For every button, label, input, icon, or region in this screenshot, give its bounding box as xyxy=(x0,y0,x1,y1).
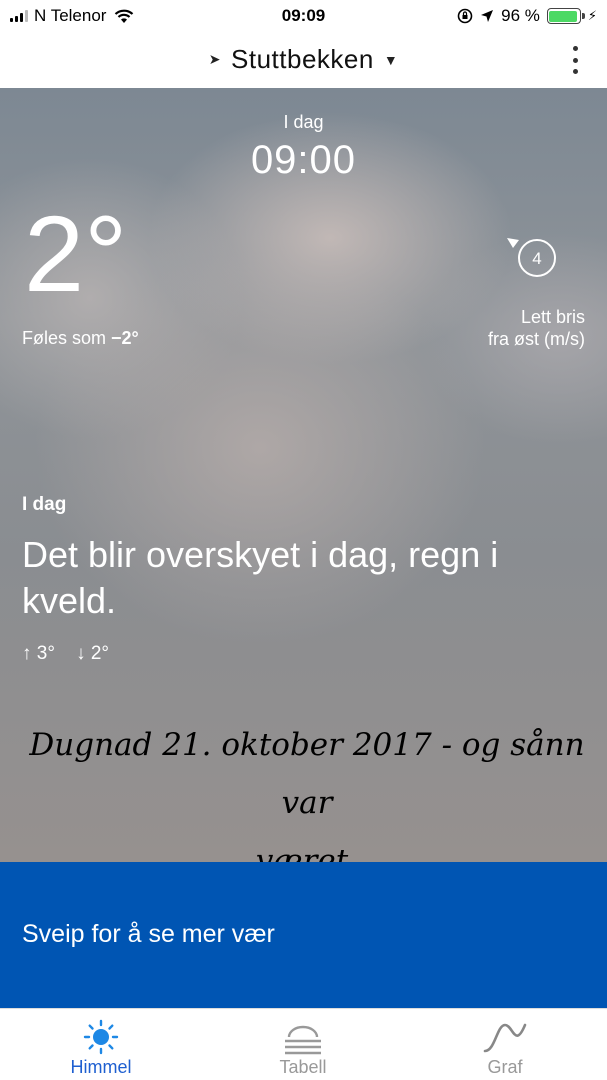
more-vertical-icon[interactable] xyxy=(571,46,579,74)
tab-graf[interactable]: Graf xyxy=(425,1009,585,1080)
tab-label-graf: Graf xyxy=(487,1057,523,1077)
tab-label-tabell: Tabell xyxy=(279,1057,327,1077)
battery-icon xyxy=(546,8,585,24)
battery-percent: 96 % xyxy=(501,6,540,25)
location-name: Stuttbekken xyxy=(231,44,374,74)
cloud-lines-icon xyxy=(223,1019,383,1055)
current-day-label: I dag xyxy=(283,112,324,132)
tab-label-himmel: Himmel xyxy=(70,1057,132,1077)
charging-bolt-icon: ⚡ xyxy=(587,8,597,23)
current-time: 09:00 xyxy=(250,138,357,182)
feels-like-label: Føles som xyxy=(22,328,107,348)
current-temperature: 2° xyxy=(24,193,128,314)
annotation-line-2: været. xyxy=(255,843,359,862)
status-bar: N Telenor 09:09 96 % ⚡ xyxy=(0,0,607,32)
location-services-icon xyxy=(481,10,494,22)
annotation-line-1: Dugnad 21. oktober 2017 - og sånn var xyxy=(29,727,585,821)
high-temperature: ↑ 3° xyxy=(22,643,55,664)
graph-wave-icon xyxy=(425,1019,585,1055)
feels-like: Føles som −2° xyxy=(22,328,139,349)
wind-speed: 4 xyxy=(532,249,541,268)
app-header: ➤ Stuttbekken ▼ xyxy=(0,32,607,88)
tab-tabell[interactable]: Tabell xyxy=(223,1009,383,1080)
sun-icon xyxy=(21,1019,181,1055)
orientation-lock-icon xyxy=(457,8,473,24)
tab-bar: Himmel Tabell Graf xyxy=(0,1008,607,1080)
forecast-day-label: I dag xyxy=(22,494,67,515)
swipe-banner-text: Sveip for å se mer vær xyxy=(22,920,275,948)
battery-level-fill xyxy=(549,10,578,22)
location-arrow-icon: ➤ xyxy=(208,51,222,67)
temperature-range: ↑ 3° ↓ 2° xyxy=(22,643,109,665)
chevron-down-icon: ▼ xyxy=(383,51,399,68)
swipe-banner[interactable]: Sveip for å se mer vær xyxy=(0,862,607,1008)
wind-strength: Lett bris xyxy=(520,307,585,327)
low-temperature: ↓ 2° xyxy=(76,643,110,664)
location-selector[interactable]: ➤ Stuttbekken ▼ xyxy=(0,44,607,75)
weather-sky-panel[interactable]: I dag 09:00 2° Føles som −2° 4 Lett bris… xyxy=(0,88,607,862)
tab-himmel[interactable]: Himmel xyxy=(21,1009,181,1080)
feels-like-value: −2° xyxy=(111,328,139,348)
wind-direction-icon: 4 xyxy=(507,238,556,277)
wind-direction-text: fra øst (m/s) xyxy=(488,329,585,349)
status-right: 96 % ⚡ xyxy=(457,6,597,26)
wind-indicator: 4 xyxy=(503,228,563,288)
handwritten-annotation: Dugnad 21. oktober 2017 - og sånn var væ… xyxy=(12,716,602,862)
wind-description: Lett bris fra øst (m/s) xyxy=(488,306,585,350)
forecast-summary: Det blir overskyet i dag, regn i kveld. xyxy=(22,534,499,621)
